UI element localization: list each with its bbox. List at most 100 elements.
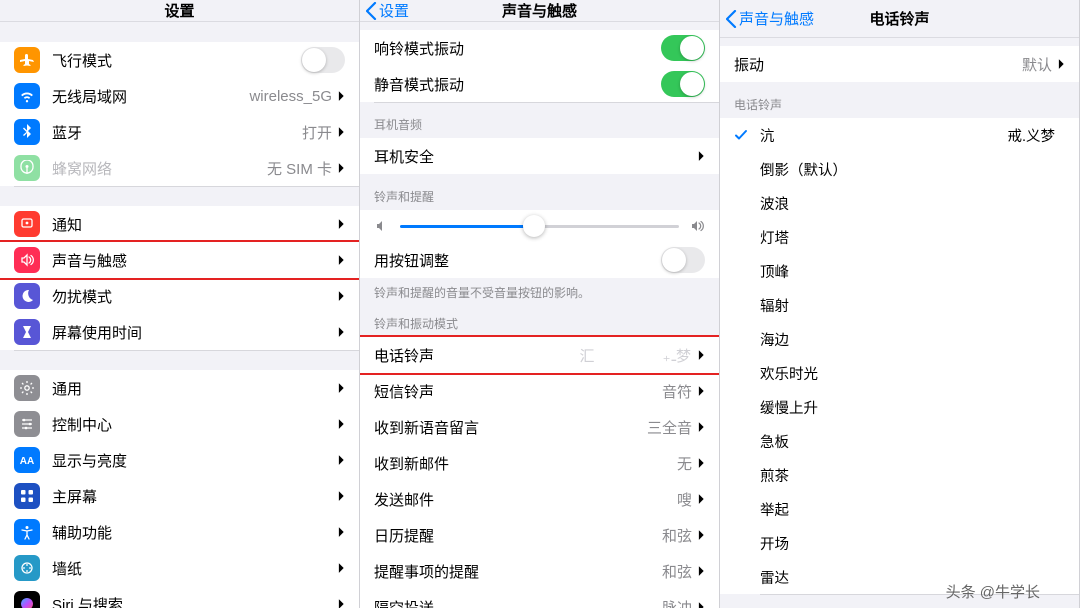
settings-row[interactable]: 声音与触感 xyxy=(0,242,359,278)
chevron-icon xyxy=(698,457,705,469)
settings-row[interactable]: 蓝牙打开 xyxy=(0,114,359,150)
back-button[interactable]: 设置 xyxy=(366,0,409,21)
volume-slider[interactable] xyxy=(400,225,679,228)
row-label: 收到新邮件 xyxy=(374,453,677,474)
ringtone-row[interactable]: 海边 xyxy=(720,322,1079,356)
chevron-icon xyxy=(698,493,705,505)
settings-list[interactable]: 飞行模式无线局域网wireless_5G蓝牙打开蜂窝网络无 SIM 卡 通知声音… xyxy=(0,22,359,608)
wifi-icon xyxy=(14,83,40,109)
ringtone-list[interactable]: 振动 默认 电话铃声 沆戒.义梦倒影（默认） 波浪灯塔顶峰辐射海边欢乐时光缓慢上升… xyxy=(720,38,1079,594)
ringtone-row[interactable]: 倒影（默认） xyxy=(720,152,1079,186)
toggle[interactable] xyxy=(661,247,705,273)
row-label: 收到新语音留言 xyxy=(374,417,647,438)
ringtone-row[interactable]: 辐射 xyxy=(720,288,1079,322)
sliders-icon xyxy=(14,411,40,437)
settings-row[interactable]: 静音模式振动 xyxy=(360,66,719,102)
ringtone-row[interactable]: 缓慢上升 xyxy=(720,390,1079,424)
row-label: 开场 xyxy=(760,533,1065,554)
settings-row[interactable]: 耳机安全 xyxy=(360,138,719,174)
accessibility-icon xyxy=(14,519,40,545)
row-label: 辅助功能 xyxy=(52,522,338,543)
settings-row[interactable]: 墙纸 xyxy=(0,550,359,586)
settings-row[interactable]: 提醒事项的提醒和弦 xyxy=(360,553,719,589)
chevron-icon xyxy=(698,565,705,577)
row-label: 用按钮调整 xyxy=(374,250,661,271)
row-label: 蜂窝网络 xyxy=(52,158,267,179)
ringtone-row[interactable]: 波浪 xyxy=(720,186,1079,220)
row-label: 响铃模式振动 xyxy=(374,38,661,59)
row-label: 显示与亮度 xyxy=(52,450,338,471)
settings-row[interactable]: 显示与亮度 xyxy=(0,442,359,478)
settings-row[interactable]: 控制中心 xyxy=(0,406,359,442)
ringtone-row[interactable]: 欢乐时光 xyxy=(720,356,1079,390)
settings-row[interactable]: 蜂窝网络无 SIM 卡 xyxy=(0,150,359,186)
settings-row[interactable]: 收到新邮件无 xyxy=(360,445,719,481)
row-label: 倒影（默认） xyxy=(760,159,1065,180)
settings-row[interactable]: 收到新语音留言三全音 xyxy=(360,409,719,445)
row-label: 短信铃声 xyxy=(374,381,662,402)
chevron-icon xyxy=(338,418,345,430)
back-button[interactable]: 声音与触感 xyxy=(726,0,814,37)
row-value: 脉冲 xyxy=(662,597,692,608)
slider-thumb[interactable] xyxy=(523,215,545,237)
ringtone-row-selected[interactable]: 沆戒.义梦 xyxy=(720,118,1079,152)
settings-row[interactable]: 响铃模式振动 xyxy=(360,30,719,66)
section-ringtones-label: 电话铃声 xyxy=(720,82,1079,118)
ringtone-row[interactable]: 举起 xyxy=(720,492,1079,526)
row-label: 举起 xyxy=(760,499,1065,520)
gear-icon xyxy=(14,375,40,401)
nav-bar: 设置 声音与触感 xyxy=(360,0,719,22)
volume-high-icon xyxy=(689,218,705,234)
settings-row[interactable]: 通知 xyxy=(0,206,359,242)
ringtone-row[interactable]: 煎茶 xyxy=(720,458,1079,492)
settings-row[interactable]: 隔空投送脉冲 xyxy=(360,589,719,608)
back-label: 设置 xyxy=(379,0,409,21)
row-label: 通用 xyxy=(52,378,338,399)
toggle[interactable] xyxy=(301,47,345,73)
chevron-icon xyxy=(338,218,345,230)
screen-ringtone: 声音与触感 电话铃声 振动 默认 电话铃声 沆戒.义梦倒影（默认） 波浪灯塔顶峰辐… xyxy=(720,0,1080,608)
settings-row[interactable]: 发送邮件嗖 xyxy=(360,481,719,517)
settings-row[interactable]: 无线局域网wireless_5G xyxy=(0,78,359,114)
buttons-footer: 铃声和提醒的音量不受音量按钮的影响。 xyxy=(360,278,719,301)
row-label-right: 戒.义梦 xyxy=(1007,125,1055,146)
settings-row[interactable]: 飞行模式 xyxy=(0,42,359,78)
row-value: 无 xyxy=(677,453,692,474)
settings-row[interactable]: 短信铃声音符 xyxy=(360,373,719,409)
toggle[interactable] xyxy=(661,35,705,61)
settings-row[interactable]: 勿扰模式 xyxy=(0,278,359,314)
settings-row[interactable]: 屏幕使用时间 xyxy=(0,314,359,350)
row-label: 静音模式振动 xyxy=(374,74,661,95)
row-value: 和弦 xyxy=(662,525,692,546)
bluetooth-icon xyxy=(14,119,40,145)
sounds-list[interactable]: 响铃模式振动静音模式振动 耳机音频 耳机安全 铃声和提醒 用按钮调整 铃声和提醒… xyxy=(360,22,719,608)
row-label: 飞行模式 xyxy=(52,50,301,71)
ringtone-row[interactable]: 急板 xyxy=(720,424,1079,458)
settings-row[interactable]: 辅助功能 xyxy=(0,514,359,550)
ringtone-row[interactable]: 顶峰 xyxy=(720,254,1079,288)
change-with-buttons-row[interactable]: 用按钮调整 xyxy=(360,242,719,278)
settings-row[interactable]: 通用 xyxy=(0,370,359,406)
row-label: 波浪 xyxy=(760,193,1065,214)
row-label: 缓慢上升 xyxy=(760,397,1065,418)
toggle[interactable] xyxy=(661,71,705,97)
chevron-icon xyxy=(338,162,345,174)
settings-row[interactable]: Siri 与搜索 xyxy=(0,586,359,608)
row-label: 顶峰 xyxy=(760,261,1065,282)
settings-row[interactable]: 电话铃声汇 ₊ـ梦 xyxy=(360,337,719,373)
screen-settings: 设置 飞行模式无线局域网wireless_5G蓝牙打开蜂窝网络无 SIM 卡 通… xyxy=(0,0,360,608)
row-label: 发送邮件 xyxy=(374,489,677,510)
settings-row[interactable]: 主屏幕 xyxy=(0,478,359,514)
row-label: 控制中心 xyxy=(52,414,338,435)
section-modes-label: 铃声和振动模式 xyxy=(360,301,719,337)
chevron-left-icon xyxy=(726,10,737,28)
ringtone-row[interactable]: 开场 xyxy=(720,526,1079,560)
ringtone-row[interactable]: 灯塔 xyxy=(720,220,1079,254)
vibration-row[interactable]: 振动 默认 xyxy=(720,46,1079,82)
row-value: 嗖 xyxy=(677,489,692,510)
chevron-icon xyxy=(698,150,705,162)
settings-row[interactable]: 日历提醒和弦 xyxy=(360,517,719,553)
row-label: 勿扰模式 xyxy=(52,286,338,307)
volume-low-icon xyxy=(374,218,390,234)
volume-slider-row xyxy=(360,210,719,242)
